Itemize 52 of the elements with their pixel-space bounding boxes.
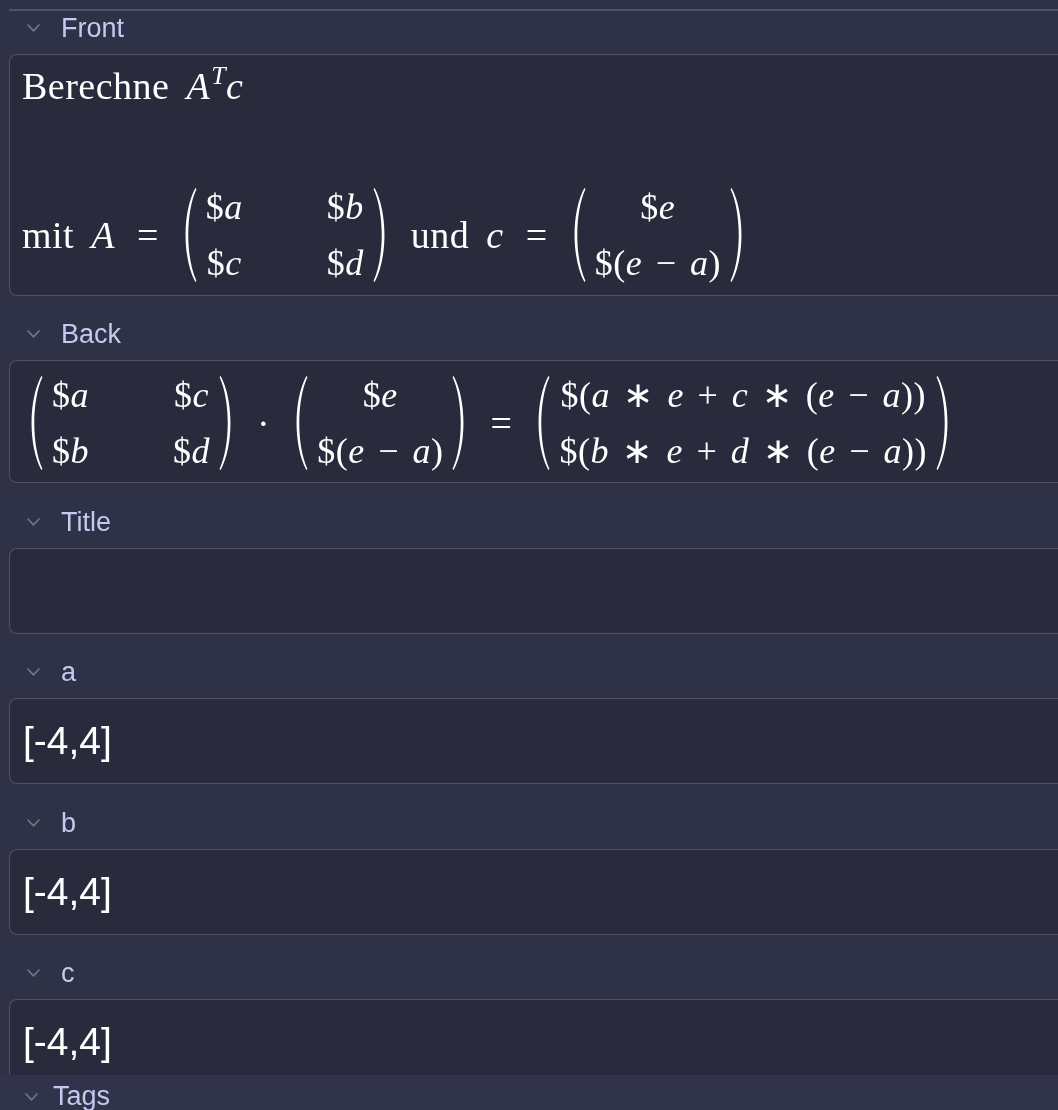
math-expression: · bbox=[257, 402, 271, 443]
field-label: Front bbox=[61, 11, 125, 44]
math-expression: c = bbox=[486, 215, 548, 255]
parenthesis-icon bbox=[372, 187, 385, 283]
matrix-entry: $b bbox=[52, 429, 89, 473]
field-label: Title bbox=[61, 505, 111, 538]
matrix-entry: $a bbox=[205, 186, 243, 229]
formula-field[interactable]: $a $c $b $d · $e $(e − a) = $(a ∗ e + c ∗ (e − a)) $(b ∗ e + d ∗ (e − a)) bbox=[9, 360, 1058, 483]
parenthesis-icon bbox=[219, 374, 231, 471]
matrix-entry: $c bbox=[173, 373, 210, 417]
matrix-entry: $(b ∗ e + d ∗ (e − a)) bbox=[559, 429, 927, 473]
matrix-entry: $(e − a) bbox=[594, 242, 721, 285]
field-text: und bbox=[410, 215, 470, 255]
text-field[interactable]: [-4,4] bbox=[9, 848, 1058, 935]
field-text: mit bbox=[22, 215, 75, 255]
field-label: c bbox=[61, 957, 75, 989]
field-label: a bbox=[61, 656, 77, 688]
chevron-down-icon[interactable] bbox=[27, 23, 40, 32]
field-label: Back bbox=[61, 318, 122, 350]
parenthesis-icon bbox=[573, 187, 586, 283]
matrix-entry: $e bbox=[361, 373, 399, 417]
field-label: b bbox=[61, 806, 77, 839]
matrix-entry: $(e − a) bbox=[317, 429, 444, 473]
chevron-down-icon[interactable] bbox=[27, 330, 40, 338]
chevron-down-icon[interactable] bbox=[27, 668, 40, 676]
matrix-entry: $b bbox=[326, 186, 364, 229]
matrix-entry: $d bbox=[173, 429, 210, 473]
formula-field[interactable]: Berechne A$^{T}$c mit A = $a $b $c $d und c = $e $(e − a) bbox=[9, 53, 1058, 296]
matrix-entry: $c bbox=[205, 242, 243, 285]
math-expression: = bbox=[490, 402, 513, 443]
matrix-entry: $a bbox=[52, 373, 89, 417]
chevron-down-icon[interactable] bbox=[27, 517, 40, 526]
parenthesis-icon bbox=[538, 374, 551, 471]
parenthesis-icon bbox=[31, 374, 43, 471]
tags-label: Tags bbox=[53, 1083, 111, 1110]
text-field[interactable]: [-4,4] bbox=[9, 999, 1058, 1075]
math-expression: A = bbox=[91, 215, 159, 255]
matrix-entry: $(a ∗ e + c ∗ (e − a)) bbox=[559, 373, 927, 417]
chevron-down-icon[interactable] bbox=[27, 818, 40, 827]
parenthesis-icon bbox=[935, 374, 948, 471]
chevron-down-icon[interactable] bbox=[25, 1092, 38, 1101]
parenthesis-icon bbox=[729, 187, 742, 283]
text-field[interactable]: [-4,4] bbox=[9, 698, 1058, 784]
field-text: Berechne bbox=[22, 66, 170, 106]
text-field[interactable] bbox=[9, 547, 1058, 634]
chevron-down-icon[interactable] bbox=[27, 969, 40, 977]
matrix-entry: $d bbox=[326, 242, 364, 285]
matrix-entry: $e bbox=[639, 186, 677, 229]
parenthesis-icon bbox=[296, 374, 309, 471]
math-expression: A$^{T}$c bbox=[186, 66, 244, 106]
parenthesis-icon bbox=[452, 374, 465, 471]
parenthesis-icon bbox=[184, 187, 197, 283]
